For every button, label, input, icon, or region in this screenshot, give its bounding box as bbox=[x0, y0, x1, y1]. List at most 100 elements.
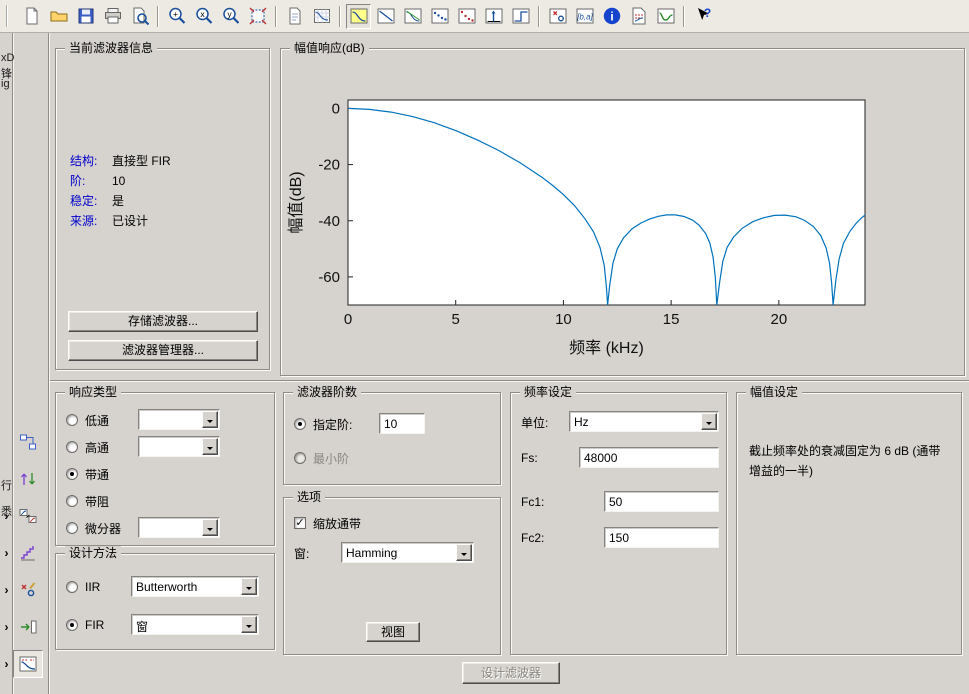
radio-minimum-order[interactable] bbox=[294, 452, 306, 464]
phase-response-icon[interactable] bbox=[373, 4, 398, 29]
radio-differentiator[interactable] bbox=[66, 522, 78, 534]
units-row: 单位: Hz bbox=[521, 411, 720, 433]
expand-chevron-icon[interactable]: › bbox=[0, 546, 13, 560]
lowpass-type-dropdown[interactable] bbox=[138, 409, 220, 430]
dropdown-button[interactable] bbox=[202, 438, 218, 455]
radio-highpass[interactable] bbox=[66, 441, 78, 453]
create-multirate-filter-icon[interactable] bbox=[13, 465, 43, 493]
import-filter-icon[interactable] bbox=[13, 613, 43, 641]
print-icon[interactable] bbox=[100, 4, 125, 29]
radio-lowpass[interactable] bbox=[66, 414, 78, 426]
zoom-y-icon[interactable]: y bbox=[218, 4, 243, 29]
filter-coefficients-icon[interactable]: [b,a] bbox=[572, 4, 597, 29]
chevron-down-icon bbox=[207, 528, 213, 531]
pole-zero-plot-icon[interactable] bbox=[545, 4, 570, 29]
open-session-icon[interactable] bbox=[46, 4, 71, 29]
toolbar-grip[interactable] bbox=[6, 5, 11, 27]
fc1-input[interactable] bbox=[604, 491, 719, 512]
zoom-x-icon[interactable]: x bbox=[191, 4, 216, 29]
response-option-lowpass[interactable]: 低通 bbox=[66, 409, 268, 431]
dropdown-button[interactable] bbox=[202, 411, 218, 428]
magnitude-phase-icon[interactable] bbox=[400, 4, 425, 29]
fs-input[interactable] bbox=[579, 447, 719, 468]
zoom-in-icon[interactable]: + bbox=[164, 4, 189, 29]
rail-row: › bbox=[0, 645, 50, 682]
response-option-bandpass[interactable]: 带通 bbox=[66, 463, 268, 485]
units-dropdown[interactable]: Hz bbox=[569, 411, 719, 432]
legend-icon[interactable] bbox=[282, 4, 307, 29]
y-tick-label: -40 bbox=[318, 213, 340, 230]
fir-method-dropdown[interactable]: 窗 bbox=[131, 614, 259, 635]
filter-specifications-icon[interactable] bbox=[626, 4, 651, 29]
store-filter-button[interactable]: 存储滤波器... bbox=[68, 311, 258, 332]
radio-label: 微分器 bbox=[85, 520, 121, 537]
expand-chevron-icon[interactable]: › bbox=[0, 657, 13, 671]
view-button[interactable]: 视图 bbox=[366, 622, 420, 642]
pole-zero-editor-icon[interactable] bbox=[13, 576, 43, 604]
dropdown-button[interactable] bbox=[241, 616, 257, 633]
radio-fir[interactable] bbox=[66, 619, 78, 631]
filter-order-minimum[interactable]: 最小阶 bbox=[294, 447, 494, 469]
dropdown-button[interactable] bbox=[241, 578, 257, 595]
transform-filter-icon[interactable] bbox=[13, 502, 43, 530]
current-filter-info-panel: 当前滤波器信息 结构:直接型 FIR 阶:10 稳定:是 来源:已设计 存储滤波… bbox=[55, 48, 270, 370]
svg-text:?: ? bbox=[703, 6, 710, 20]
filter-order-specify[interactable]: 指定阶: bbox=[294, 413, 494, 435]
x-tick-label: 10 bbox=[555, 311, 572, 328]
radio-bandstop[interactable] bbox=[66, 495, 78, 507]
design-filter-button[interactable]: 设计滤波器 bbox=[462, 662, 560, 684]
full-view-icon[interactable] bbox=[245, 4, 270, 29]
response-option-bandstop[interactable]: 带阻 bbox=[66, 490, 268, 512]
realize-model-icon[interactable] bbox=[13, 428, 43, 456]
dropdown-button[interactable] bbox=[202, 519, 218, 536]
scale-passband-option[interactable]: 缩放通带 bbox=[294, 512, 494, 534]
design-filter-icon[interactable] bbox=[13, 650, 43, 678]
new-session-icon[interactable] bbox=[19, 4, 44, 29]
save-session-icon[interactable] bbox=[73, 4, 98, 29]
magnitude-estimate-icon[interactable] bbox=[653, 4, 678, 29]
expand-chevron-icon[interactable]: › bbox=[0, 620, 13, 634]
iir-method-dropdown[interactable]: Butterworth bbox=[131, 576, 259, 597]
grid-icon[interactable] bbox=[309, 4, 334, 29]
rail-row: › bbox=[0, 497, 50, 534]
group-delay-icon[interactable] bbox=[427, 4, 452, 29]
fc2-input[interactable] bbox=[604, 527, 719, 548]
expand-chevron-icon[interactable]: › bbox=[0, 583, 13, 597]
radio-iir[interactable] bbox=[66, 581, 78, 593]
step-response-icon[interactable] bbox=[508, 4, 533, 29]
response-option-highpass[interactable]: 高通 bbox=[66, 436, 268, 458]
rail-row bbox=[0, 423, 50, 460]
radio-label: 带阻 bbox=[85, 493, 109, 510]
radio-bandpass[interactable] bbox=[66, 468, 78, 480]
svg-text:i: i bbox=[610, 10, 613, 24]
highpass-type-dropdown[interactable] bbox=[138, 436, 220, 457]
design-method-fir[interactable]: FIR 窗 bbox=[66, 614, 268, 636]
magnitude-specs-panel: 幅值设定 截止频率处的衰减固定为 6 dB (通带增益的一半) bbox=[736, 392, 962, 655]
expand-chevron-icon[interactable]: › bbox=[0, 509, 13, 523]
x-tick-label: 20 bbox=[770, 311, 787, 328]
x-tick-label: 15 bbox=[663, 311, 680, 328]
toolbar-separator bbox=[683, 6, 685, 27]
impulse-response-icon[interactable] bbox=[481, 4, 506, 29]
scale-passband-checkbox[interactable] bbox=[294, 517, 306, 529]
phase-delay-icon[interactable] bbox=[454, 4, 479, 29]
filter-manager-button[interactable]: 滤波器管理器... bbox=[68, 340, 258, 361]
set-quantization-parameters-icon[interactable] bbox=[13, 539, 43, 567]
info-row-order: 阶:10 bbox=[70, 171, 261, 191]
design-method-iir[interactable]: IIR Butterworth bbox=[66, 576, 268, 598]
radio-specify-order[interactable] bbox=[294, 418, 306, 430]
whats-this-help-icon[interactable]: ? bbox=[690, 4, 715, 29]
design-method-panel: 设计方法 IIR Butterworth FIR 窗 bbox=[55, 553, 275, 650]
magnitude-response-icon[interactable] bbox=[346, 4, 371, 29]
dropdown-button[interactable] bbox=[701, 413, 717, 430]
fc2-label: Fc2: bbox=[521, 531, 544, 545]
filter-information-icon[interactable]: i bbox=[599, 4, 624, 29]
frequency-specs-panel: 频率设定 单位: Hz Fs: Fc1: Fc2: bbox=[510, 392, 727, 655]
print-preview-icon[interactable] bbox=[127, 4, 152, 29]
order-input[interactable] bbox=[379, 413, 425, 434]
dropdown-value: Hz bbox=[574, 415, 700, 429]
differentiator-type-dropdown[interactable] bbox=[138, 517, 220, 538]
dropdown-button[interactable] bbox=[456, 544, 472, 561]
response-option-differentiator[interactable]: 微分器 bbox=[66, 517, 268, 539]
window-dropdown[interactable]: Hamming bbox=[341, 542, 474, 563]
